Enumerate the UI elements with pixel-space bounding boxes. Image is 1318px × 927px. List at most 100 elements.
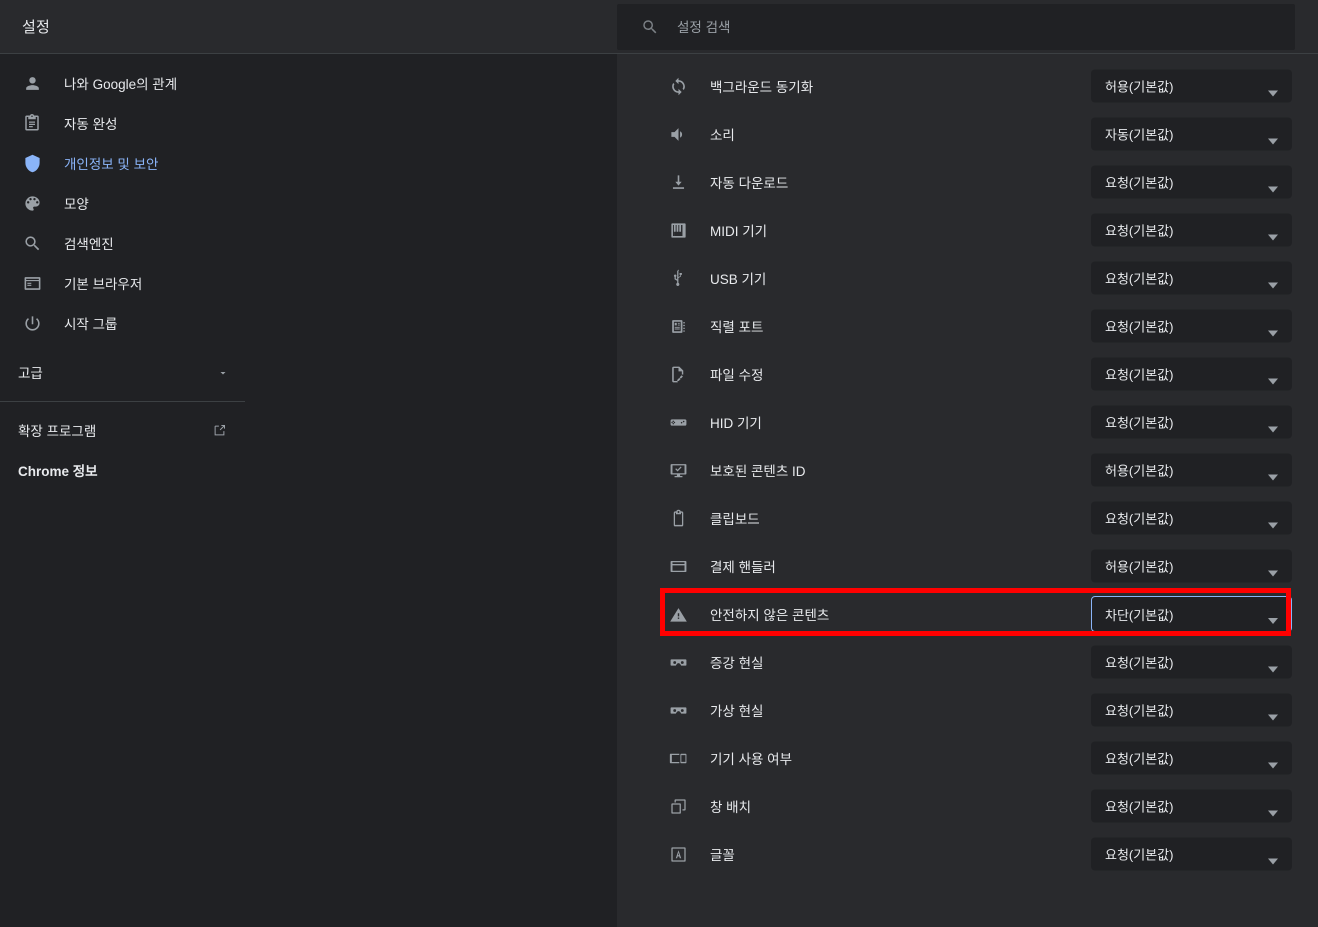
search-input[interactable] <box>677 19 1295 35</box>
sidebar: 나와 Google의 관계 자동 완성 개인정보 및 보안 모양 검색엔진 기본… <box>0 54 617 927</box>
permission-row-device-use[interactable]: 기기 사용 여부 요청(기본값) <box>617 734 1318 782</box>
download-icon <box>668 172 688 192</box>
external-link-icon <box>212 423 227 438</box>
permission-select-value: 요청(기본값) <box>1105 703 1174 719</box>
sidebar-item-appearance[interactable]: 모양 <box>0 183 617 223</box>
permission-label: 글꼴 <box>710 848 735 863</box>
chevron-down-icon <box>1268 275 1278 288</box>
permission-row-file-editing[interactable]: 파일 수정 요청(기본값) <box>617 350 1318 398</box>
sidebar-advanced-toggle[interactable]: 고급 <box>0 352 245 392</box>
permission-select-value: 요청(기본값) <box>1105 511 1174 527</box>
permission-select[interactable]: 요청(기본값) <box>1091 309 1292 343</box>
sidebar-item-about-chrome[interactable]: Chrome 정보 <box>0 450 245 490</box>
permission-select-value: 요청(기본값) <box>1105 319 1174 335</box>
chevron-down-icon <box>1268 419 1278 432</box>
permission-row-augmented-reality[interactable]: 증강 현실 요청(기본값) <box>617 638 1318 686</box>
chevron-down-icon <box>1268 323 1278 336</box>
permission-row-protected-content-id[interactable]: 보호된 콘텐츠 ID 허용(기본값) <box>617 446 1318 494</box>
sidebar-item-label: 자동 완성 <box>64 117 118 132</box>
permission-select-value: 요청(기본값) <box>1105 175 1174 191</box>
permission-row-virtual-reality[interactable]: 가상 현실 요청(기본값) <box>617 686 1318 734</box>
sidebar-item-default-browser[interactable]: 기본 브라우저 <box>0 263 617 303</box>
permission-label: 가상 현실 <box>710 704 764 719</box>
sidebar-item-autofill[interactable]: 자동 완성 <box>0 103 617 143</box>
sidebar-item-on-startup[interactable]: 시작 그룹 <box>0 303 617 343</box>
serial-port-icon <box>668 316 688 336</box>
piano-icon <box>668 220 688 240</box>
chevron-down-icon <box>1268 227 1278 240</box>
chevron-down-icon <box>1268 611 1278 624</box>
permission-label: 파일 수정 <box>710 368 764 383</box>
permission-label: 보호된 콘텐츠 ID <box>710 464 806 479</box>
permission-select[interactable]: 요청(기본값) <box>1091 501 1292 535</box>
sidebar-item-label: Chrome 정보 <box>18 464 98 479</box>
monitor-check-icon <box>668 460 688 480</box>
power-icon <box>22 313 42 333</box>
sidebar-item-you-and-google[interactable]: 나와 Google의 관계 <box>0 63 617 103</box>
permission-row-sound[interactable]: 소리 자동(기본값) <box>617 110 1318 158</box>
permission-select-value: 요청(기본값) <box>1105 271 1174 287</box>
permission-row-hid-devices[interactable]: HID 기기 요청(기본값) <box>617 398 1318 446</box>
permission-select-value: 요청(기본값) <box>1105 655 1174 671</box>
permission-label: HID 기기 <box>710 416 762 431</box>
permission-row-fonts[interactable]: 글꼴 요청(기본값) <box>617 830 1318 878</box>
permission-select[interactable]: 요청(기본값) <box>1091 693 1292 727</box>
permission-row-payment-handlers[interactable]: 결제 핸들러 허용(기본값) <box>617 542 1318 590</box>
chevron-down-icon <box>1268 563 1278 576</box>
chevron-down-icon <box>1268 851 1278 864</box>
permission-row-clipboard[interactable]: 클립보드 요청(기본값) <box>617 494 1318 542</box>
permission-label: 안전하지 않은 콘텐츠 <box>710 608 830 623</box>
permission-row-automatic-downloads[interactable]: 자동 다운로드 요청(기본값) <box>617 158 1318 206</box>
permission-row-window-placement[interactable]: 창 배치 요청(기본값) <box>617 782 1318 830</box>
sidebar-item-label: 검색엔진 <box>64 237 114 252</box>
chevron-down-icon <box>1268 659 1278 672</box>
chevron-down-icon <box>1268 803 1278 816</box>
chevron-down-icon <box>1268 467 1278 480</box>
permission-select[interactable]: 요청(기본값) <box>1091 789 1292 823</box>
permission-select-value: 자동(기본값) <box>1105 127 1174 143</box>
permission-select[interactable]: 허용(기본값) <box>1091 69 1292 103</box>
permission-select[interactable]: 허용(기본값) <box>1091 549 1292 583</box>
permission-select[interactable]: 요청(기본값) <box>1091 213 1292 247</box>
chevron-down-icon <box>1268 515 1278 528</box>
sidebar-item-extensions[interactable]: 확장 프로그램 <box>0 410 245 450</box>
permission-row-usb-devices[interactable]: USB 기기 요청(기본값) <box>617 254 1318 302</box>
permission-select[interactable]: 자동(기본값) <box>1091 117 1292 151</box>
permission-select[interactable]: 요청(기본값) <box>1091 741 1292 775</box>
permission-row-background-sync[interactable]: 백그라운드 동기화 허용(기본값) <box>617 62 1318 110</box>
settings-page: 설정 나와 Google의 관계 자동 완성 <box>0 0 1318 927</box>
permission-label: 클립보드 <box>710 512 760 527</box>
top-bar: 설정 <box>0 0 1318 54</box>
person-icon <box>22 73 42 93</box>
permission-select[interactable]: 요청(기본값) <box>1091 261 1292 295</box>
sidebar-advanced-label: 고급 <box>18 366 43 381</box>
permission-select[interactable]: 허용(기본값) <box>1091 453 1292 487</box>
permission-label: 창 배치 <box>710 800 752 815</box>
permission-row-midi-devices[interactable]: MIDI 기기 요청(기본값) <box>617 206 1318 254</box>
permission-select[interactable]: 요청(기본값) <box>1091 357 1292 391</box>
sidebar-item-privacy-and-security[interactable]: 개인정보 및 보안 <box>0 143 617 183</box>
clipboard-icon <box>668 508 688 528</box>
permission-label: 결제 핸들러 <box>710 560 776 575</box>
usb-icon <box>668 268 688 288</box>
permission-select[interactable]: 요청(기본값) <box>1091 837 1292 871</box>
search-bar[interactable] <box>617 4 1295 50</box>
permission-select[interactable]: 요청(기본값) <box>1091 405 1292 439</box>
volume-icon <box>668 124 688 144</box>
permission-label: 기기 사용 여부 <box>710 752 793 767</box>
ar-goggles-icon <box>668 652 688 672</box>
permission-select[interactable]: 요청(기본값) <box>1091 165 1292 199</box>
permission-select[interactable]: 차단(기본값) <box>1091 596 1292 632</box>
sync-icon <box>668 76 688 96</box>
sidebar-item-search-engine[interactable]: 검색엔진 <box>0 223 617 263</box>
permission-select-value: 허용(기본값) <box>1105 463 1174 479</box>
file-edit-icon <box>668 364 688 384</box>
sidebar-item-label: 모양 <box>64 197 89 212</box>
permission-row-serial-ports[interactable]: 직렬 포트 요청(기본값) <box>617 302 1318 350</box>
permission-select-value: 허용(기본값) <box>1105 79 1174 95</box>
permission-label: USB 기기 <box>710 272 767 287</box>
palette-icon <box>22 193 42 213</box>
permission-row-insecure-content[interactable]: 안전하지 않은 콘텐츠 차단(기본값) <box>617 590 1318 638</box>
permission-select[interactable]: 요청(기본값) <box>1091 645 1292 679</box>
chevron-down-icon <box>217 366 229 378</box>
